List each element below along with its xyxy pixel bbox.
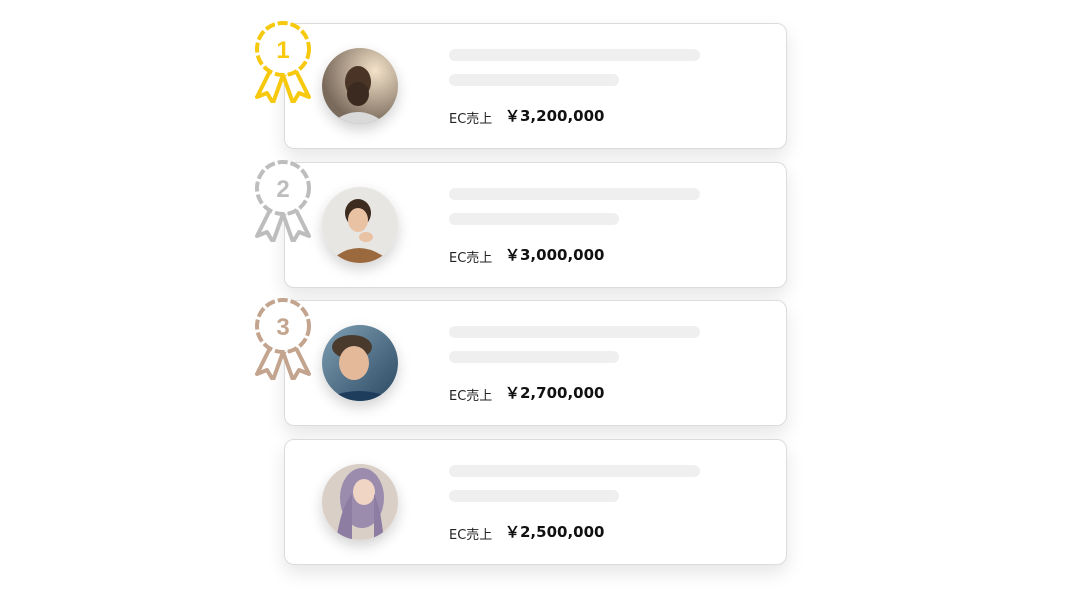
placeholder-line: [449, 490, 619, 502]
medal-rank: 2: [276, 176, 289, 203]
medal-rank: 1: [276, 37, 289, 64]
sales-label: EC売上: [449, 389, 493, 404]
ranking-card-3: EC売上 ￥2,700,000: [284, 300, 787, 426]
sales-value: ￥2,700,000: [505, 384, 605, 402]
placeholder-line: [449, 326, 700, 338]
avatar: [322, 187, 398, 263]
sales-value: ￥2,500,000: [505, 523, 605, 541]
sales-label: EC売上: [449, 251, 493, 266]
medal-icon: 1: [255, 21, 311, 103]
sales-label: EC売上: [449, 112, 493, 127]
placeholder-line: [449, 465, 700, 477]
medal-rank: 3: [276, 314, 289, 341]
sales-value: ￥3,200,000: [505, 107, 605, 125]
placeholder-line: [449, 213, 619, 225]
placeholder-line: [449, 188, 700, 200]
ranking-card-4: EC売上 ￥2,500,000: [284, 439, 787, 565]
sales-value: ￥3,000,000: [505, 246, 605, 264]
avatar: [322, 325, 398, 401]
avatar: [322, 48, 398, 124]
ranking-card-1: EC売上 ￥3,200,000: [284, 23, 787, 149]
placeholder-line: [449, 351, 619, 363]
placeholder-line: [449, 74, 619, 86]
sales-label: EC売上: [449, 528, 493, 543]
placeholder-line: [449, 49, 700, 61]
medal-icon: 3: [255, 298, 311, 380]
medal-icon: 2: [255, 160, 311, 242]
avatar: [322, 464, 398, 540]
ranking-card-2: EC売上 ￥3,000,000: [284, 162, 787, 288]
